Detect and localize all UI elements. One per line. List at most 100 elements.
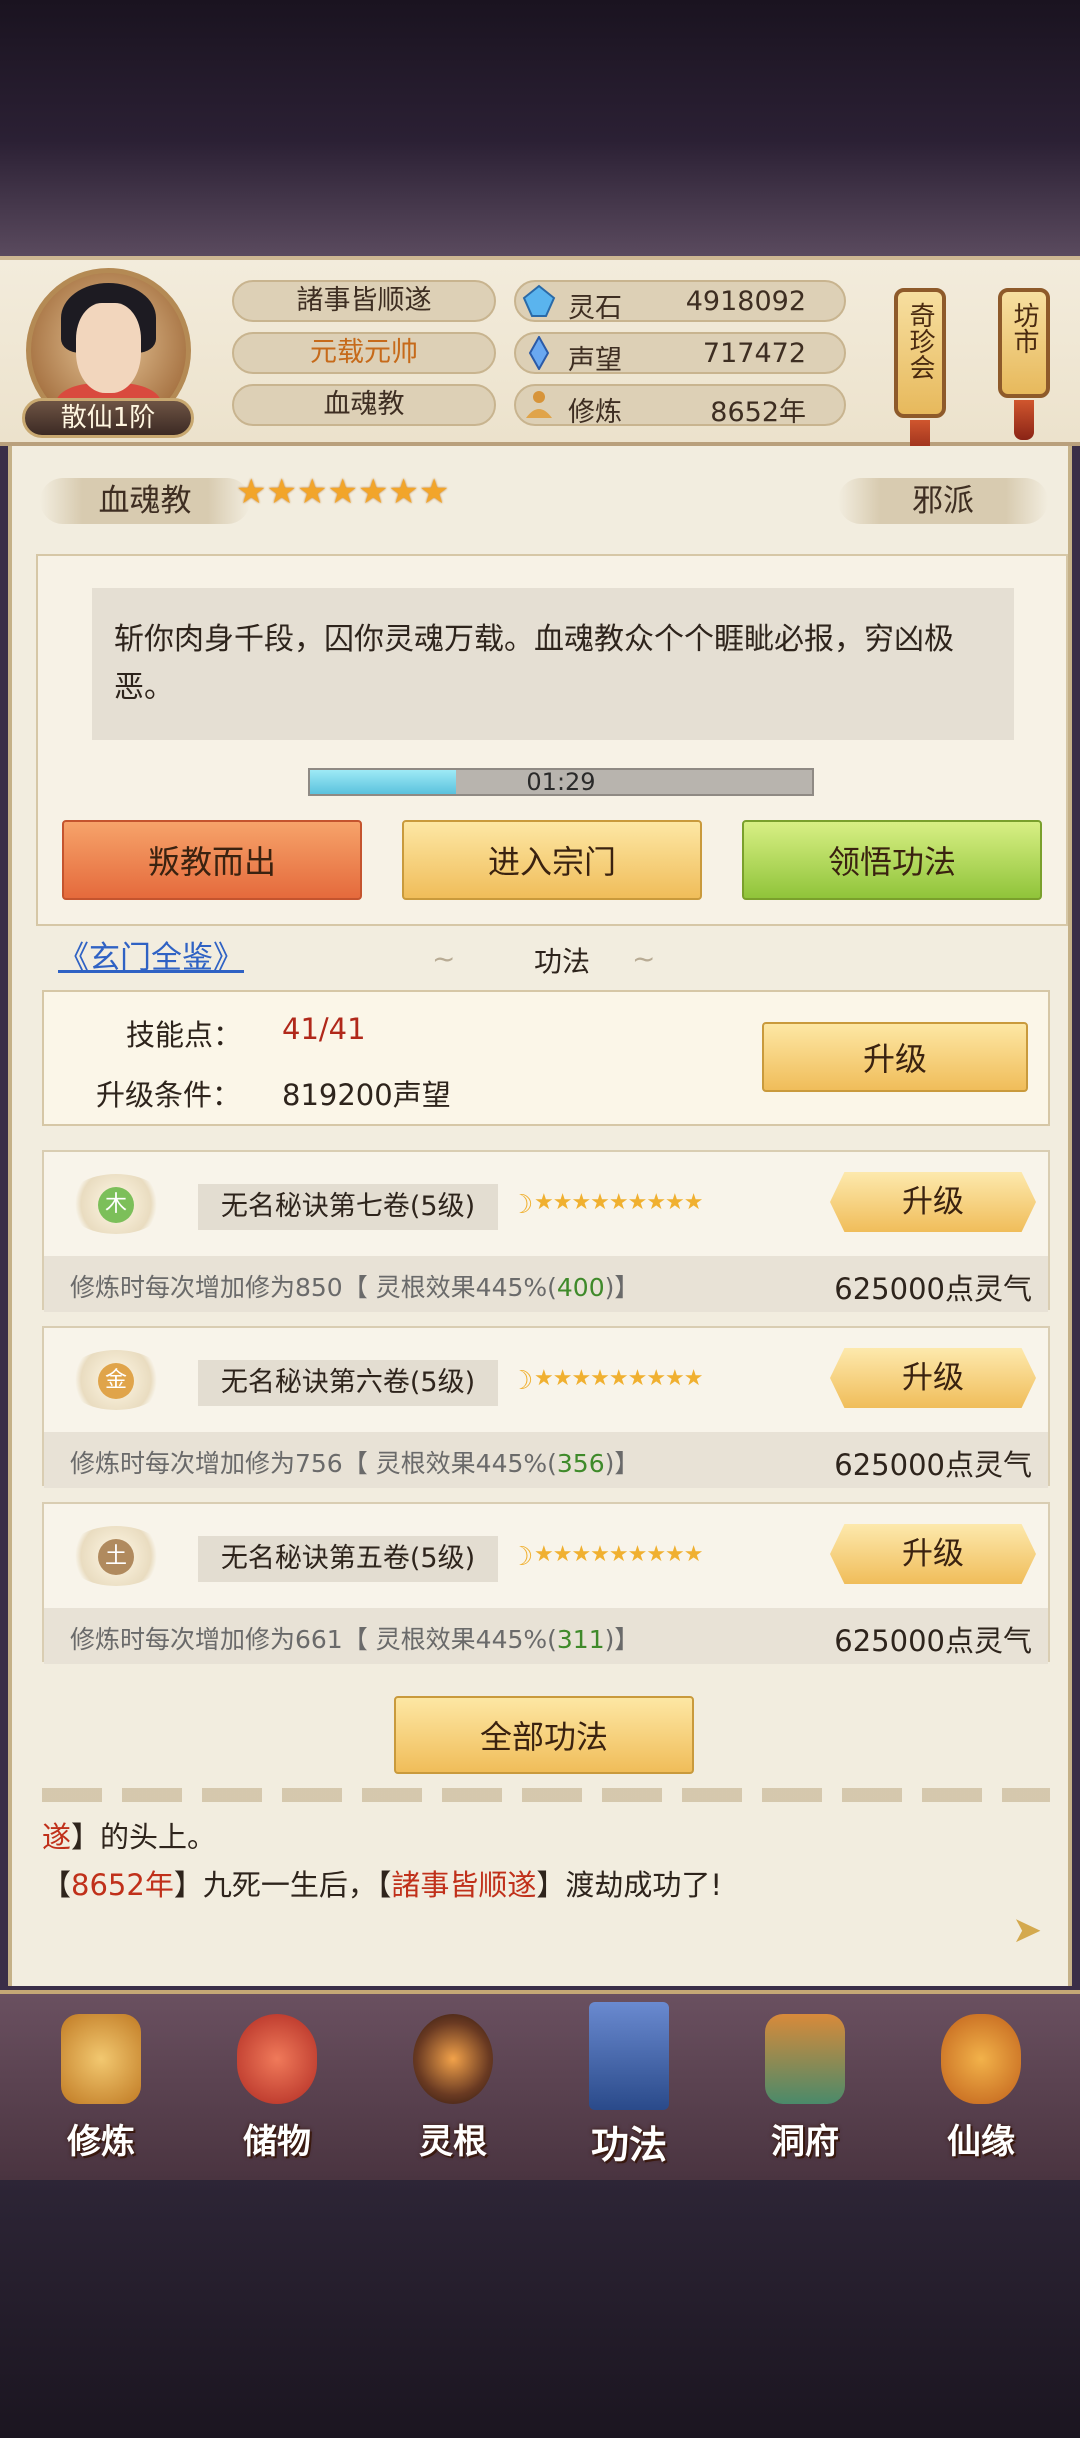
resource-cultivation: 修炼 8652年 (514, 384, 846, 428)
player-header: 散仙1阶 諸事皆顺遂 元载元帅 血魂教 灵石 4918092 声望 717472… (0, 256, 1080, 460)
wood-element-icon: 木 (98, 1187, 134, 1223)
skill-points-panel: 技能点： 41/41 升级条件： 819200声望 升级 (42, 990, 1050, 1126)
skill-card-footer: 修炼时每次增加修为850【 灵根效果445%(400)】 625000点灵气 (44, 1256, 1048, 1312)
star-icon: ★ (418, 472, 450, 512)
cloud-ornament-icon: ~ (632, 942, 656, 975)
resource-spirit-stone: 灵石 4918092 (514, 280, 846, 324)
upgrade-condition-value: 819200声望 (282, 1078, 451, 1112)
skill-name: 无名秘诀第五卷(5级) (198, 1536, 498, 1582)
resource-prestige: 声望 717472 (514, 332, 846, 376)
element-badge: 木 (66, 1174, 166, 1234)
cloud-ornament-icon: ~ (432, 942, 456, 975)
nav-label: 洞府 (771, 2122, 839, 2162)
sect-info-panel: 斩你肉身千段，囚你灵魂万载。血魂教众个个睚眦必报，穷凶极恶。 01:29 叛教而… (36, 554, 1068, 926)
star-icon: ★ (327, 472, 358, 512)
nav-label: 灵根 (419, 2122, 487, 2162)
star-icon: ★ (296, 472, 328, 512)
skill-description: 修炼时每次增加修为661【 灵根效果445%(311)】 (70, 1625, 640, 1654)
skill-book-icon (589, 2002, 669, 2110)
skill-name: 无名秘诀第六卷(5级) (198, 1360, 498, 1406)
skill-card-footer: 修炼时每次增加修为756【 灵根效果445%(356)】 625000点灵气 (44, 1432, 1048, 1488)
resource-value: 717472 (702, 338, 806, 369)
skill-description: 修炼时每次增加修为756【 灵根效果445%(356)】 (70, 1449, 640, 1478)
cave-mansion-icon (765, 2014, 845, 2104)
metal-element-icon: 金 (98, 1363, 134, 1399)
nav-item-cave[interactable]: 洞府 (730, 1994, 880, 2174)
bottom-navigation: 修炼 储物 灵根 功法 洞府 仙缘 (0, 1990, 1080, 2180)
moon-icon: ☽ (510, 1190, 534, 1220)
spirit-stone-icon (522, 284, 556, 317)
encyclopedia-link[interactable]: 《玄门全鉴》 (58, 932, 244, 977)
leave-sect-button[interactable]: 叛教而出 (62, 820, 362, 900)
prestige-crystal-icon (528, 336, 550, 370)
market-button[interactable]: 坊市 (998, 288, 1050, 398)
cultivate-icon (61, 2014, 141, 2104)
gourd-icon (941, 2014, 1021, 2104)
sect-timer-bar: 01:29 (308, 768, 814, 796)
earth-element-icon: 土 (98, 1539, 134, 1575)
resource-label: 灵石 (568, 293, 622, 324)
resource-label: 修炼 (568, 397, 622, 428)
element-badge: 土 (66, 1526, 166, 1586)
log-line: 遂】的头上。 (42, 1820, 217, 1854)
moon-icon: ☽ (510, 1366, 534, 1396)
skill-card-header: 土 无名秘诀第五卷(5级) ☽ ★★★★★★★★★ 升级 (44, 1504, 1048, 1608)
skill-name: 无名秘诀第七卷(5级) (198, 1184, 498, 1230)
learn-skill-button[interactable]: 领悟功法 (742, 820, 1042, 900)
sect-alignment: 邪派 (838, 478, 1048, 524)
skills-section-title: 功法 (533, 945, 590, 978)
enter-sect-button[interactable]: 进入宗门 (402, 820, 702, 900)
rare-treasure-label: 奇珍会 (905, 302, 935, 380)
nav-item-spirit-root[interactable]: 灵根 (378, 1994, 528, 2174)
nav-label: 功法 (590, 2123, 667, 2167)
nav-label: 修炼 (67, 2122, 135, 2162)
skill-card: 金 无名秘诀第六卷(5级) ☽ ★★★★★★★★★ 升级 修炼时每次增加修为75… (42, 1326, 1050, 1488)
market-label: 坊市 (1009, 302, 1039, 354)
nav-item-skills[interactable]: 功法 (554, 1994, 704, 2174)
skill-cost: 625000点灵气 (834, 1448, 1032, 1482)
player-sect: 血魂教 (232, 384, 496, 426)
skill-points-label: 技能点： (126, 1018, 243, 1052)
skill-cost: 625000点灵气 (834, 1272, 1032, 1306)
nav-item-storage[interactable]: 储物 (202, 1994, 352, 2174)
sect-name: 血魂教 (40, 478, 250, 524)
skill-star-rating: ★★★★★★★★★ (534, 1190, 704, 1215)
skill-points-upgrade-button[interactable]: 升级 (762, 1022, 1028, 1092)
resource-value: 8652年 (710, 397, 806, 428)
skill-card-footer: 修炼时每次增加修为661【 灵根效果445%(311)】 625000点灵气 (44, 1608, 1048, 1664)
expand-arrow-icon[interactable]: ➤ (1012, 1910, 1042, 1951)
moon-icon: ☽ (510, 1542, 534, 1572)
avatar-face (76, 303, 141, 393)
skill-points-value: 41/41 (282, 1012, 366, 1046)
element-badge: 金 (66, 1350, 166, 1410)
storage-bag-icon (237, 2014, 317, 2104)
cultivation-meditation-icon (526, 391, 552, 418)
nav-item-cultivate[interactable]: 修炼 (26, 1994, 176, 2174)
skill-card-header: 木 无名秘诀第七卷(5级) ☽ ★★★★★★★★★ 升级 (44, 1152, 1048, 1256)
skill-card-header: 金 无名秘诀第六卷(5级) ☽ ★★★★★★★★★ 升级 (44, 1328, 1048, 1432)
skill-upgrade-button[interactable]: 升级 (830, 1524, 1036, 1584)
star-icon: ★ (357, 472, 389, 512)
star-icon: ★ (266, 472, 297, 512)
star-icon: ★ (388, 472, 419, 512)
sect-timer-text: 01:29 (526, 768, 596, 796)
spirit-root-icon (413, 2014, 493, 2104)
tassel-decoration (1014, 400, 1034, 440)
resource-value: 4918092 (685, 286, 806, 317)
skill-star-rating: ★★★★★★★★★ (534, 1542, 704, 1567)
nav-label: 仙缘 (947, 2122, 1015, 2162)
sect-quote: 斩你肉身千段，囚你灵魂万载。血魂教众个个睚眦必报，穷凶极恶。 (92, 588, 1014, 740)
rank-badge: 散仙1阶 (22, 398, 194, 438)
star-icon: ★ (236, 472, 267, 512)
all-skills-button[interactable]: 全部功法 (394, 1696, 694, 1774)
sect-star-rating: ★★★★★★★ (236, 472, 449, 512)
resource-label: 声望 (568, 345, 622, 376)
player-title: 元载元帅 (232, 332, 496, 374)
player-name: 諸事皆顺遂 (232, 280, 496, 322)
skill-upgrade-button[interactable]: 升级 (830, 1172, 1036, 1232)
rare-treasure-button[interactable]: 奇珍会 (894, 288, 946, 418)
skill-upgrade-button[interactable]: 升级 (830, 1348, 1036, 1408)
main-panel: 血魂教 ★★★★★★★ 邪派 斩你肉身千段，囚你灵魂万载。血魂教众个个睚眦必报，… (8, 446, 1072, 1986)
nav-item-fate[interactable]: 仙缘 (906, 1994, 1056, 2174)
skill-cost: 625000点灵气 (834, 1624, 1032, 1658)
